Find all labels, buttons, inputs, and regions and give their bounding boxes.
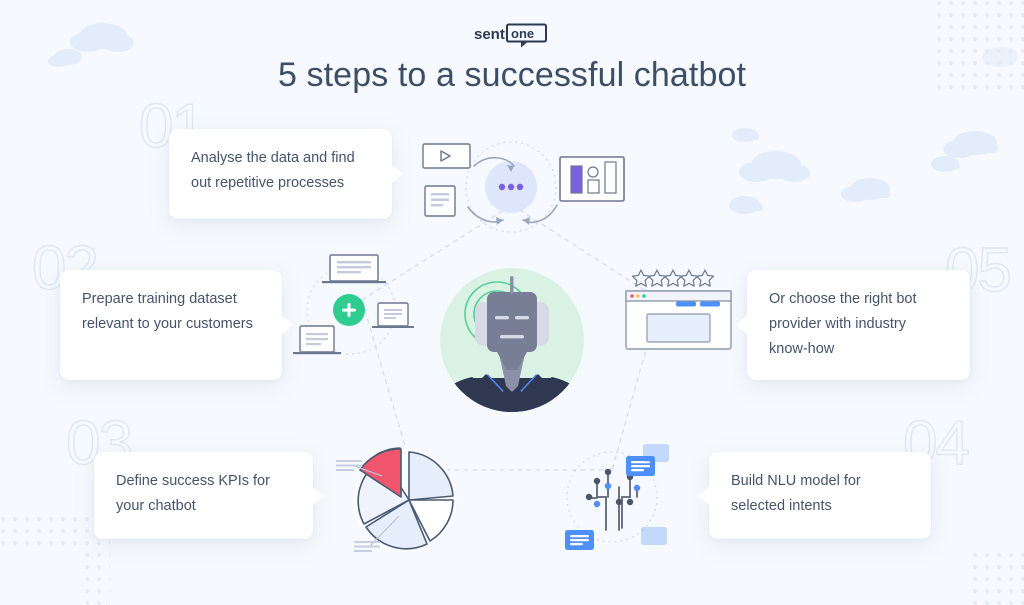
infographic-canvas: senti one 5 steps to a successful chatbo… xyxy=(0,0,1024,605)
step-card-02[interactable]: Prepare training dataset relevant to you… xyxy=(60,270,293,380)
logo-text-one: one xyxy=(511,26,534,41)
step-card-02-text: Prepare training dataset relevant to you… xyxy=(82,291,253,332)
step-card-01-text: Analyse the data and find out repetitive… xyxy=(191,150,355,191)
sentione-logo-icon: senti one xyxy=(474,23,547,48)
step-card-03[interactable]: Define success KPIs for your chatbot xyxy=(94,452,324,539)
message-card-icon xyxy=(565,530,594,550)
bar-chart-panel-icon xyxy=(559,156,625,202)
dot-grid-bottom-right xyxy=(966,545,1024,605)
dataset-card-icon xyxy=(322,254,386,284)
step-card-05-text: Or choose the right bot provider with in… xyxy=(769,291,917,357)
card-tail-left xyxy=(698,485,710,506)
step-card-01[interactable]: Analyse the data and find out repetitive… xyxy=(169,129,403,219)
step-card-03-text: Define success KPIs for your chatbot xyxy=(116,473,270,514)
page-title: 5 steps to a successful chatbot xyxy=(277,56,747,94)
message-card-icon xyxy=(643,444,669,462)
video-play-icon xyxy=(422,143,471,169)
card-tail-right xyxy=(391,164,403,184)
add-plus-icon xyxy=(333,294,365,326)
step-card-04[interactable]: Build NLU model for selected intents xyxy=(698,452,931,539)
card-tail-left xyxy=(736,315,748,335)
card-tail-right xyxy=(312,485,324,506)
brand-logo[interactable]: senti one xyxy=(0,22,1024,48)
card-tail-right xyxy=(281,315,293,335)
dataset-card-icon xyxy=(372,302,414,328)
message-card-icon xyxy=(641,527,667,545)
document-icon xyxy=(424,185,456,217)
logo-text-senti: senti xyxy=(474,26,509,43)
browser-window-icon xyxy=(625,290,732,350)
step-card-04-text: Build NLU model for selected intents xyxy=(731,473,861,514)
dataset-card-icon xyxy=(293,325,341,355)
step-card-05[interactable]: Or choose the right bot provider with in… xyxy=(736,270,970,380)
